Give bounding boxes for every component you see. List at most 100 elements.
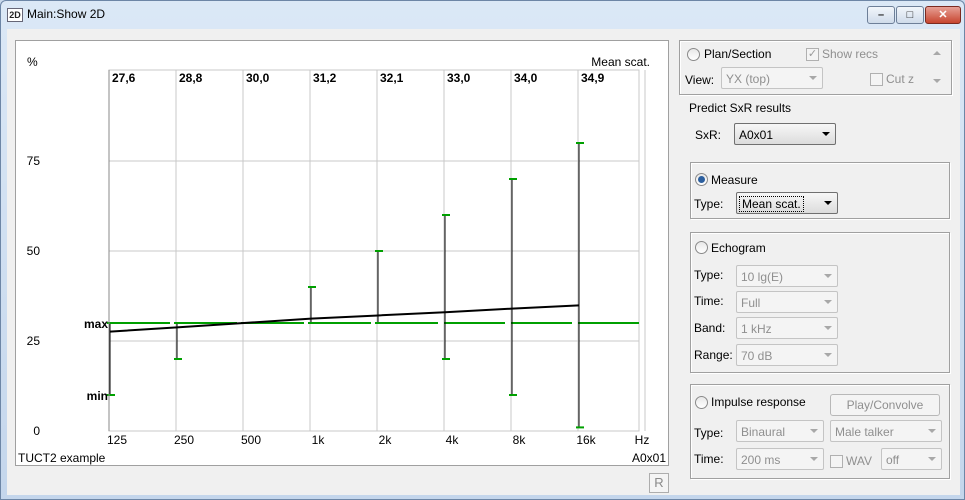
echogram-band-select[interactable]: 1 kHz: [736, 317, 838, 339]
wav-checkbox[interactable]: [830, 455, 843, 468]
impulse-type-value: Binaural: [741, 425, 786, 439]
wav-select[interactable]: off: [881, 448, 942, 470]
plan-section-label: Plan/Section: [704, 47, 772, 61]
show-recs-label: Show recs: [822, 47, 879, 61]
value-label: 33,0: [447, 71, 471, 85]
impulse-type-label: Type:: [694, 426, 724, 440]
x-tick-label: 8k: [513, 433, 527, 447]
x-tick-label: 125: [107, 433, 127, 447]
value-label: 34,9: [581, 71, 605, 85]
minimize-button[interactable]: –: [867, 6, 895, 24]
impulse-time-label: Time:: [694, 452, 724, 466]
main-window: 2D Main:Show 2D – □ ✕ % Mean scat. TUCT2…: [0, 0, 965, 500]
sxr-select[interactable]: A0x01: [734, 123, 836, 145]
min-label: min: [87, 389, 108, 403]
r-button[interactable]: R: [649, 473, 669, 493]
view-select[interactable]: YX (top): [721, 67, 823, 89]
value-label: 32,1: [380, 71, 404, 85]
scroll-down-icon[interactable]: [933, 79, 941, 83]
chevron-down-icon: [810, 429, 818, 433]
echogram-time-select[interactable]: Full: [736, 291, 838, 313]
measure-radio[interactable]: [695, 173, 708, 186]
options-scrollbar[interactable]: [930, 45, 944, 95]
measure-type-select[interactable]: Mean scat.: [736, 192, 838, 214]
maximize-icon: □: [906, 9, 914, 21]
plan-section-radio[interactable]: [687, 48, 700, 61]
y-tick-label: 50: [27, 244, 41, 258]
chart-bottom-right-label: A0x01: [632, 451, 666, 465]
echogram-range-label: Range:: [694, 348, 733, 362]
wav-label: WAV: [846, 454, 872, 468]
view-label: View:: [685, 73, 715, 87]
echogram-time-label: Time:: [694, 294, 724, 308]
x-tick-label: 250: [174, 433, 194, 447]
impulse-label: Impulse response: [711, 395, 806, 409]
x-tick-label: 500: [241, 433, 261, 447]
echogram-time-value: Full: [741, 296, 761, 310]
impulse-time-value: 200 ms: [741, 453, 781, 467]
x-tick-label: 1k: [312, 433, 326, 447]
view-select-value: YX (top): [726, 72, 771, 86]
x-tick-label: 16k: [576, 433, 596, 447]
chart-bottom-left-label: TUCT2 example: [18, 451, 106, 465]
value-label: 34,0: [514, 71, 538, 85]
measure-type-value: Mean scat.: [739, 196, 804, 212]
x-tick-label: 4k: [446, 433, 460, 447]
y-tick-label: 25: [27, 334, 41, 348]
cut-z-checkbox[interactable]: [870, 73, 883, 86]
echogram-radio[interactable]: [695, 241, 708, 254]
impulse-time-select[interactable]: 200 ms: [736, 448, 824, 470]
y-tick-label: 75: [27, 154, 41, 168]
chevron-down-icon: [824, 326, 832, 330]
echogram-range-select[interactable]: 70 dB: [736, 344, 838, 366]
y-tick-label: 0: [33, 424, 40, 438]
x-unit-label: Hz: [635, 433, 650, 447]
max-label: max: [84, 317, 108, 331]
chevron-down-icon: [810, 457, 818, 461]
x-tick-label: 2k: [379, 433, 393, 447]
chevron-down-icon: [928, 457, 936, 461]
app-icon: 2D: [7, 8, 23, 22]
chevron-down-icon: [822, 132, 830, 136]
echogram-label: Echogram: [711, 241, 766, 255]
chevron-down-icon: [824, 201, 832, 205]
sxr-label: SxR:: [695, 128, 722, 142]
chevron-down-icon: [928, 429, 936, 433]
title-bar[interactable]: 2D Main:Show 2D – □ ✕: [1, 1, 964, 29]
wav-value: off: [886, 453, 900, 467]
chart-svg: % Mean scat. TUCT2 example A0x01 Hz max …: [18, 55, 666, 465]
value-label: 27,6: [112, 71, 136, 85]
close-icon: ✕: [938, 9, 948, 21]
chevron-down-icon: [809, 76, 817, 80]
talker-select[interactable]: Male talker: [830, 420, 942, 442]
echogram-band-label: Band:: [694, 321, 726, 335]
maximize-button[interactable]: □: [896, 6, 924, 24]
window-title: Main:Show 2D: [27, 7, 106, 21]
impulse-type-select[interactable]: Binaural: [736, 420, 824, 442]
chart-top-right-label: Mean scat.: [591, 55, 650, 69]
scroll-up-icon[interactable]: [933, 51, 941, 55]
minimize-icon: –: [877, 9, 885, 21]
play-convolve-button[interactable]: Play/Convolve: [830, 394, 940, 416]
measure-label: Measure: [711, 173, 758, 187]
client-area: % Mean scat. TUCT2 example A0x01 Hz max …: [7, 29, 960, 495]
plot-area: % Mean scat. TUCT2 example A0x01 Hz max …: [15, 40, 669, 466]
value-label: 31,2: [313, 71, 337, 85]
echogram-type-value: 10 lg(E): [741, 270, 784, 284]
talker-value: Male talker: [835, 425, 894, 439]
value-label: 30,0: [246, 71, 270, 85]
echogram-type-select[interactable]: 10 lg(E): [736, 265, 838, 287]
measure-type-label: Type:: [694, 197, 724, 211]
value-label: 28,8: [179, 71, 203, 85]
show-recs-checkbox[interactable]: ✓: [806, 48, 819, 61]
echogram-band-value: 1 kHz: [741, 322, 772, 336]
mean-line: [109, 304, 580, 333]
echogram-type-label: Type:: [694, 268, 724, 282]
echogram-range-value: 70 dB: [741, 349, 773, 363]
close-button[interactable]: ✕: [925, 6, 961, 24]
chevron-down-icon: [824, 300, 832, 304]
sxr-select-value: A0x01: [739, 128, 774, 142]
y-unit-label: %: [27, 55, 38, 69]
impulse-radio[interactable]: [695, 396, 708, 409]
cut-z-label: Cut z: [886, 72, 915, 86]
